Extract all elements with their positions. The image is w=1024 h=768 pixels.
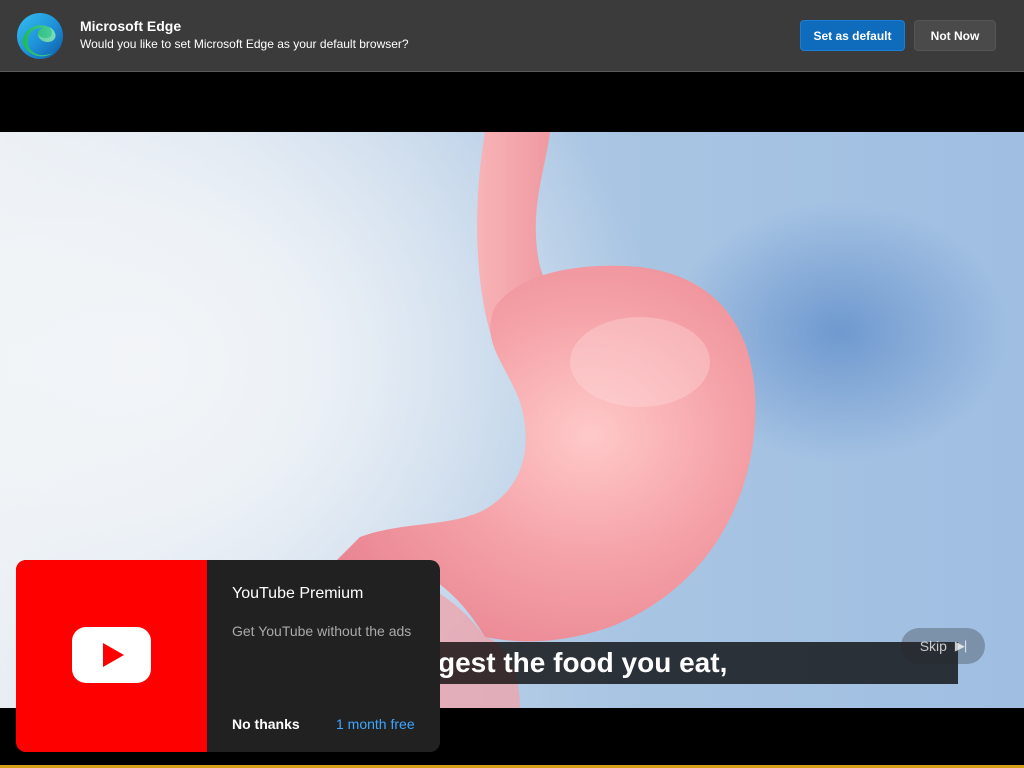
youtube-logo-icon	[72, 627, 151, 683]
not-now-button[interactable]: Not Now	[914, 20, 996, 51]
premium-title: YouTube Premium	[232, 585, 364, 602]
no-thanks-button[interactable]: No thanks	[232, 716, 300, 732]
set-as-default-button[interactable]: Set as default	[800, 20, 905, 51]
caption-box: gest the food you eat,	[420, 642, 958, 684]
edge-prompt-message: Would you like to set Microsoft Edge as …	[80, 37, 409, 51]
premium-description: Get YouTube without the ads	[232, 623, 412, 639]
skip-next-icon: ▶|	[954, 638, 967, 653]
skip-ad-button[interactable]: Skip ▶|	[901, 628, 985, 664]
free-trial-button[interactable]: 1 month free	[336, 716, 415, 732]
youtube-premium-popup: YouTube Premium Get YouTube without the …	[16, 560, 440, 752]
edge-default-browser-bar: Microsoft Edge Would you like to set Mic…	[0, 0, 1024, 72]
screen: Microsoft Edge Would you like to set Mic…	[0, 0, 1024, 768]
youtube-premium-banner	[16, 560, 207, 752]
edge-prompt-title: Microsoft Edge	[80, 18, 182, 34]
edge-logo-icon	[16, 12, 64, 60]
caption-text: gest the food you eat,	[438, 647, 728, 678]
skip-label: Skip	[919, 638, 947, 654]
